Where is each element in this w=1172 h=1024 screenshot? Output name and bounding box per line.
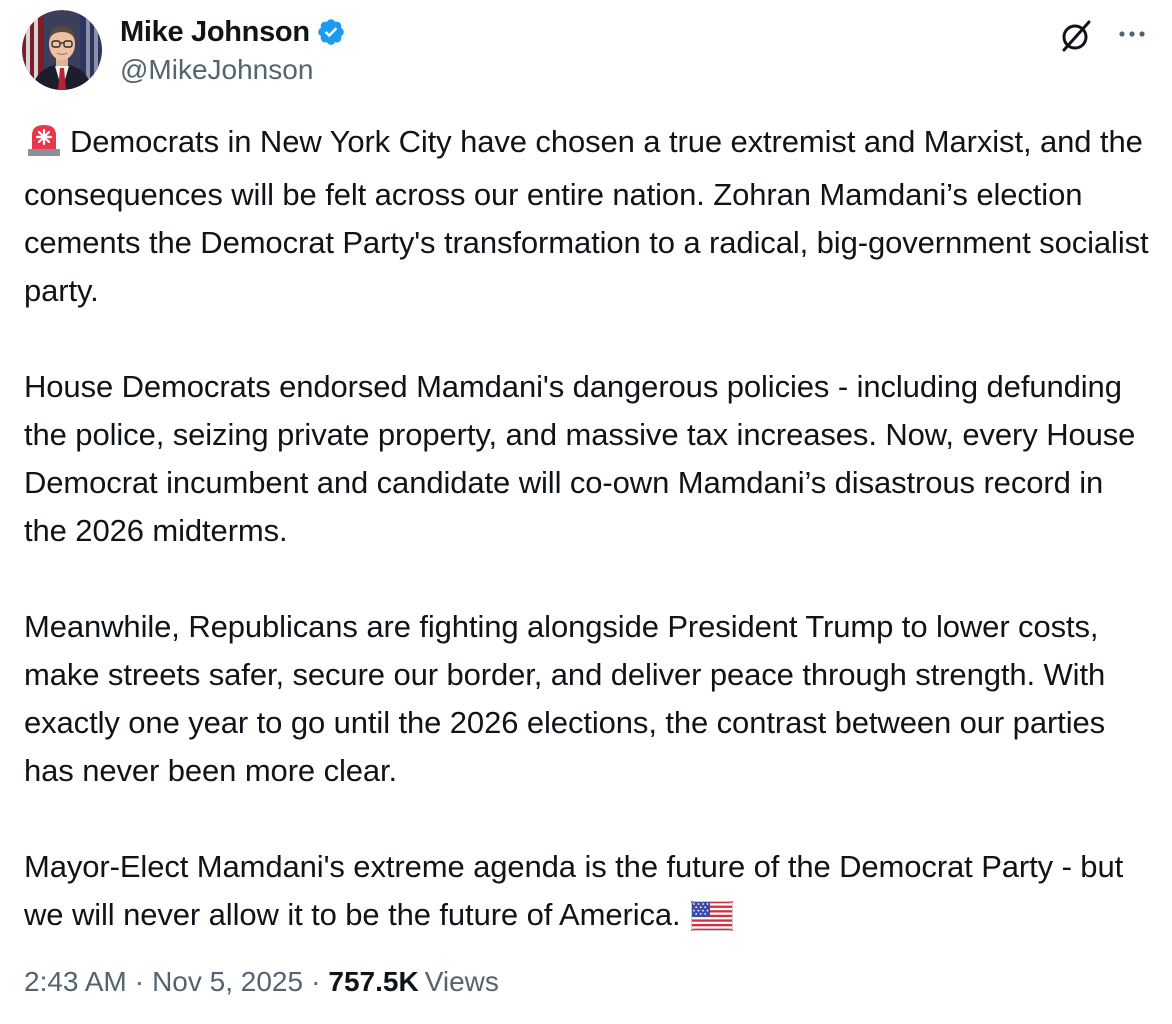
user-handle[interactable]: @MikeJohnson — [120, 54, 346, 86]
user-info: Mike Johnson @MikeJohnson — [120, 14, 346, 86]
meta-separator: · — [311, 966, 321, 997]
tweet-header: Mike Johnson @MikeJohnson — [22, 10, 1152, 92]
tweet-paragraph-1: Democrats in New York City have chosen a… — [24, 118, 1154, 315]
grok-icon[interactable] — [1056, 16, 1096, 56]
name-row: Mike Johnson — [120, 14, 346, 50]
tweet-date[interactable]: Nov 5, 2025 — [152, 966, 303, 998]
tweet-paragraph-2: House Democrats endorsed Mamdani's dange… — [24, 369, 1136, 548]
views-label: Views — [424, 966, 499, 997]
tweet-paragraph-4: Mayor-Elect Mamdani's extreme agenda is … — [24, 843, 1154, 945]
display-name[interactable]: Mike Johnson — [120, 16, 310, 49]
tweet-meta: 2:43 AM · Nov 5, 2025 · 757.5K Views — [24, 966, 499, 998]
more-options-icon[interactable] — [1112, 14, 1152, 54]
tweet-paragraph-4-text: Mayor-Elect Mamdani's extreme agenda is … — [24, 849, 1124, 932]
avatar[interactable] — [22, 10, 102, 90]
tweet-text: Democrats in New York City have chosen a… — [24, 118, 1154, 945]
police-light-emoji — [24, 121, 64, 171]
views-count: 757.5K — [328, 966, 419, 997]
us-flag-emoji — [690, 897, 733, 945]
verified-badge-icon — [316, 17, 346, 47]
tweet: Mike Johnson @MikeJohnson Democrats in N… — [0, 0, 1172, 1024]
meta-separator: · — [134, 966, 145, 997]
tweet-paragraph-1-text: Democrats in New York City have chosen a… — [24, 124, 1149, 308]
avatar-image — [22, 10, 102, 90]
tweet-paragraph-3: Meanwhile, Republicans are fighting alon… — [24, 609, 1106, 788]
tweet-time[interactable]: 2:43 AM — [24, 966, 127, 998]
